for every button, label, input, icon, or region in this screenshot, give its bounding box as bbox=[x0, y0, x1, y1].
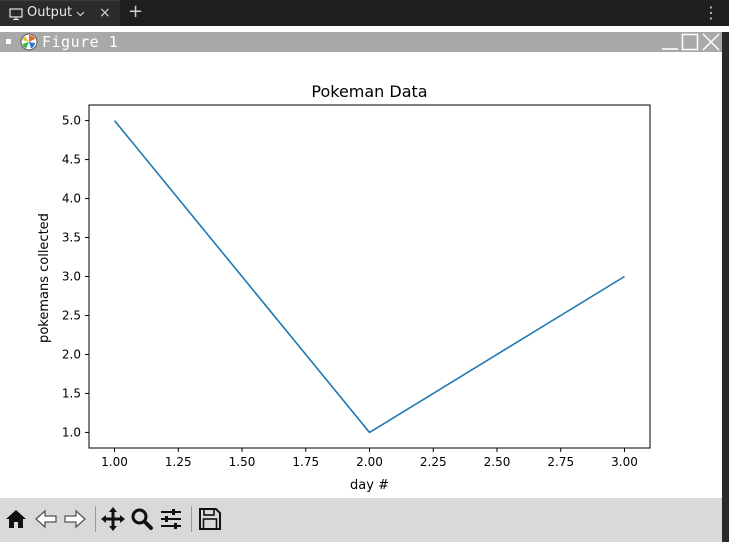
y-tick-label: 4.5 bbox=[62, 153, 81, 167]
save-icon[interactable] bbox=[197, 506, 223, 532]
x-tick-label: 1.25 bbox=[165, 455, 192, 469]
window-edge bbox=[722, 32, 729, 542]
close-tab-button[interactable]: × bbox=[99, 5, 111, 21]
figure-canvas[interactable]: 1.00 1.25 1.50 1.75 2.00 2.25 2.50 2.75 3.00 1.0… bbox=[0, 52, 722, 498]
y-axis-label: pokemans collected bbox=[37, 213, 52, 343]
y-tick-label: 1.5 bbox=[62, 386, 81, 400]
plot-area bbox=[88, 104, 651, 449]
y-tick-label: 2.5 bbox=[62, 308, 81, 322]
x-tick-label: 2.75 bbox=[547, 455, 574, 469]
chart-title: Pokeman Data bbox=[311, 82, 427, 101]
back-icon[interactable] bbox=[33, 506, 59, 532]
y-tick-label: 1.0 bbox=[62, 425, 81, 439]
y-tick-label: 3.5 bbox=[62, 231, 81, 245]
window-menu-icon[interactable] bbox=[6, 39, 11, 44]
zoom-icon[interactable] bbox=[129, 506, 155, 532]
x-tick-label: 1.50 bbox=[229, 455, 256, 469]
more-actions-button[interactable]: ⋮ bbox=[703, 3, 719, 22]
monitor-icon bbox=[9, 8, 23, 24]
forward-icon[interactable] bbox=[62, 506, 88, 532]
x-tick-label: 2.25 bbox=[420, 455, 447, 469]
x-tick-label: 2.00 bbox=[356, 455, 383, 469]
tab-label: Output bbox=[27, 5, 73, 20]
y-tick-label: 3.0 bbox=[62, 270, 81, 284]
figure-title-bar: Figure 1 bbox=[0, 32, 722, 52]
tab-output[interactable]: Output × bbox=[0, 0, 120, 26]
navigation-toolbar bbox=[0, 498, 722, 542]
toolbar-separator bbox=[95, 506, 96, 532]
y-tick-label: 4.0 bbox=[62, 192, 81, 206]
x-tick-label: 1.75 bbox=[292, 455, 319, 469]
y-tick-label: 5.0 bbox=[62, 114, 81, 128]
x-tick-label: 1.00 bbox=[101, 455, 128, 469]
x-tick-label: 2.50 bbox=[484, 455, 511, 469]
toolbar-separator bbox=[191, 506, 192, 532]
y-tick-label: 2.0 bbox=[62, 347, 81, 361]
editor-tab-bar: Output × + ⋮ bbox=[0, 0, 729, 26]
line-chart: 1.00 1.25 1.50 1.75 2.00 2.25 2.50 2.75 3.00 1.0… bbox=[37, 82, 651, 493]
window-title: Figure 1 bbox=[42, 33, 119, 51]
chevron-down-icon[interactable] bbox=[76, 7, 85, 22]
home-icon[interactable] bbox=[3, 506, 29, 532]
pan-icon[interactable] bbox=[100, 506, 126, 532]
new-tab-button[interactable]: + bbox=[128, 1, 143, 22]
x-tick-label: 3.00 bbox=[611, 455, 638, 469]
x-axis-label: day # bbox=[350, 478, 389, 493]
configure-subplots-icon[interactable] bbox=[158, 506, 184, 532]
